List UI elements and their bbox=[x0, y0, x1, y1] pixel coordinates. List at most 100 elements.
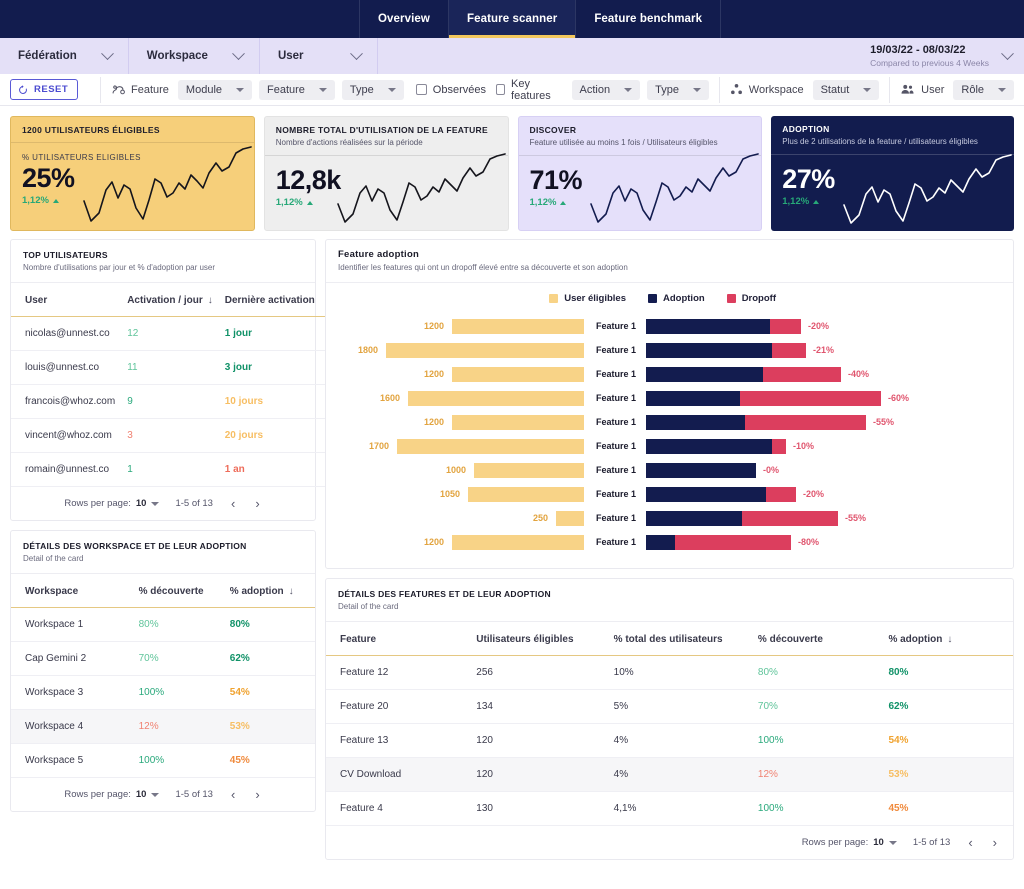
cell-feature: Feature 13 bbox=[326, 723, 471, 758]
column-activation[interactable]: Activation / jour ↓ bbox=[121, 283, 219, 317]
rows-per-page-selector[interactable]: Rows per page: 10 bbox=[802, 837, 897, 848]
top-users-pagination: Rows per page: 10 1-5 of 13 ‹ › bbox=[11, 487, 315, 520]
filter-statut-pill[interactable]: Statut bbox=[812, 79, 880, 100]
next-page-button[interactable]: › bbox=[253, 787, 261, 802]
filter-action-type-pill[interactable]: Type bbox=[647, 79, 709, 100]
table-header: Feature Utilisateurs éligibles % total d… bbox=[326, 622, 1013, 656]
cell-pct-total: 4% bbox=[607, 723, 752, 758]
column-workspace[interactable]: Workspace bbox=[11, 574, 133, 608]
filter-federation[interactable]: Fédération bbox=[0, 38, 129, 74]
column-last-activation-label: Dernière activation bbox=[224, 295, 315, 306]
table-row[interactable]: francois@whoz.com 9 10 jours bbox=[11, 384, 329, 419]
cell-last-activation: 10 jours bbox=[218, 384, 329, 419]
table-row[interactable]: vincent@whoz.com 3 20 jours bbox=[11, 418, 329, 453]
kpi-delta: 1,12% bbox=[276, 197, 497, 208]
checkbox-key-features[interactable]: Key features bbox=[495, 78, 560, 102]
cell-decouverte: 80% bbox=[751, 655, 883, 690]
workspace-details-card: DÉTAILS DES WORKSPACE ET DE LEUR ADOPTIO… bbox=[10, 530, 316, 812]
kpi-delta-value: 1,12% bbox=[782, 196, 810, 207]
filter-type-pill[interactable]: Type bbox=[341, 79, 404, 100]
kpi-card-adoption[interactable]: ADOPTION Plus de 2 utilisations de la fe… bbox=[771, 116, 1014, 231]
cell-feature: CV Download bbox=[326, 757, 471, 792]
workspace-group-label: Workspace bbox=[748, 83, 804, 96]
table-row[interactable]: Feature 13 120 4% 100% 54% bbox=[326, 723, 1013, 758]
tab-overview[interactable]: Overview bbox=[359, 0, 449, 38]
previous-page-button[interactable]: ‹ bbox=[966, 835, 974, 850]
chart-dropoff-value: -60% bbox=[888, 393, 910, 403]
tab-feature-benchmark[interactable]: Feature benchmark bbox=[575, 0, 722, 38]
chart-bar-row: 1700 Feature 1 -10% bbox=[338, 434, 1001, 458]
tab-feature-scanner[interactable]: Feature scanner bbox=[447, 0, 577, 38]
kpi-title: DISCOVER bbox=[529, 125, 577, 135]
chart-bar-row: 1200 Feature 1 -20% bbox=[338, 314, 1001, 338]
filter-module-label: Module bbox=[185, 83, 222, 96]
filter-workspace[interactable]: Workspace bbox=[129, 38, 260, 74]
column-pct-total[interactable]: % total des utilisateurs bbox=[608, 622, 752, 656]
table-row[interactable]: romain@unnest.co 1 1 an bbox=[11, 452, 329, 487]
card-subtitle: Detail of the card bbox=[338, 602, 399, 611]
chart-category-label: Feature 1 bbox=[596, 489, 637, 499]
filter-feature-pill[interactable]: Feature bbox=[259, 79, 335, 100]
table-row[interactable]: Feature 20 134 5% 70% 62% bbox=[326, 689, 1013, 724]
cell-adoption: 54% bbox=[882, 723, 1013, 758]
feature-adoption-chart-card: Feature adoption Identifier les features… bbox=[325, 239, 1014, 569]
column-decouverte[interactable]: % découverte bbox=[752, 622, 883, 656]
kpi-card-nombre-total-utilisation[interactable]: NOMBRE TOTAL D'UTILISATION DE LA FEATURE… bbox=[263, 116, 509, 231]
cell-eligibles: 134 bbox=[470, 689, 608, 724]
column-eligibles[interactable]: Utilisateurs éligibles bbox=[470, 622, 607, 656]
action-filter-group: Action Type bbox=[571, 79, 709, 100]
table-row[interactable]: nicolas@unnest.co 12 1 jour bbox=[11, 316, 329, 351]
reset-button[interactable]: RESET bbox=[10, 79, 79, 100]
table-body: Workspace 1 80% 80% Cap Gemini 2 70% 62%… bbox=[11, 607, 315, 778]
table-row[interactable]: Feature 12 256 10% 80% 80% bbox=[326, 655, 1013, 690]
cell-adoption: 53% bbox=[882, 757, 1013, 792]
filter-module-pill[interactable]: Module bbox=[177, 79, 252, 100]
table-row[interactable]: Workspace 5 100% 45% bbox=[11, 743, 315, 778]
table-row[interactable]: Workspace 3 100% 54% bbox=[11, 675, 315, 710]
cell-adoption: 80% bbox=[223, 607, 315, 642]
column-adoption[interactable]: % adoption ↓ bbox=[224, 574, 315, 608]
kpi-title-rest: UTILISATEURS ÉLIGIBLES bbox=[42, 125, 160, 135]
chevron-down-icon bbox=[624, 87, 633, 92]
cell-activation: 9 bbox=[121, 384, 219, 419]
column-adoption[interactable]: % adoption ↓ bbox=[882, 622, 1013, 656]
table-row[interactable]: Workspace 1 80% 80% bbox=[11, 607, 315, 642]
chart-legend: User éligibles Adoption Dropoff bbox=[338, 293, 1001, 304]
filter-user[interactable]: User bbox=[260, 38, 378, 74]
table-row[interactable]: louis@unnest.co 11 3 jour bbox=[11, 350, 329, 385]
filter-federation-label: Fédération bbox=[18, 50, 77, 62]
filter-type-label: Type bbox=[349, 83, 374, 96]
column-user[interactable]: User bbox=[11, 283, 121, 317]
previous-page-button[interactable]: ‹ bbox=[229, 496, 237, 511]
table-row[interactable]: Cap Gemini 2 70% 62% bbox=[11, 641, 315, 676]
table-body: nicolas@unnest.co 12 1 jour louis@unnest… bbox=[11, 316, 329, 487]
column-feature[interactable]: Feature bbox=[326, 622, 470, 656]
table-row[interactable]: CV Download 120 4% 12% 53% bbox=[326, 757, 1013, 792]
card-header: Feature adoption Identifier les features… bbox=[326, 240, 1013, 282]
chart-eligible-zone: 1050 bbox=[338, 486, 584, 502]
date-range-selector[interactable]: 19/03/22 - 08/03/22 Compared to previous… bbox=[856, 38, 1024, 74]
kpi-header: NOMBRE TOTAL D'UTILISATION DE LA FEATURE… bbox=[265, 117, 508, 155]
filter-role-label: Rôle bbox=[961, 83, 985, 96]
workspace-details-table: Workspace % découverte % adoption ↓ Works… bbox=[11, 574, 315, 778]
next-page-button[interactable]: › bbox=[991, 835, 999, 850]
filter-action-pill[interactable]: Action bbox=[571, 79, 641, 100]
kpi-card-discover[interactable]: DISCOVER Feature utilisée au moins 1 foi… bbox=[517, 116, 763, 231]
chart-category-label: Feature 1 bbox=[596, 393, 637, 403]
next-page-button[interactable]: › bbox=[253, 496, 261, 511]
primary-filter-bar: Fédération Workspace User 19/03/22 - 08/… bbox=[0, 38, 1024, 74]
column-last-activation[interactable]: Dernière activation bbox=[219, 283, 329, 317]
checkbox-observees[interactable]: Observées bbox=[415, 84, 486, 96]
cell-workspace: Workspace 4 bbox=[11, 709, 133, 744]
table-row[interactable]: Workspace 4 12% 53% bbox=[11, 709, 315, 744]
previous-page-button[interactable]: ‹ bbox=[229, 787, 237, 802]
table-row[interactable]: Feature 4 130 4,1% 100% 45% bbox=[326, 791, 1013, 826]
rows-per-page-selector[interactable]: Rows per page: 10 bbox=[64, 789, 160, 800]
column-pct-total-label: % total des utilisateurs bbox=[613, 634, 723, 645]
filter-role-pill[interactable]: Rôle bbox=[953, 79, 1015, 100]
chevron-down-icon bbox=[998, 87, 1007, 92]
rows-per-page-selector[interactable]: Rows per page: 10 bbox=[64, 498, 160, 509]
column-decouverte[interactable]: % découverte bbox=[133, 574, 224, 608]
chart-category-label: Feature 1 bbox=[596, 417, 637, 427]
kpi-card-utilisateurs-eligibles[interactable]: 1200 UTILISATEURS ÉLIGIBLES % UTILISATEU… bbox=[10, 116, 255, 231]
